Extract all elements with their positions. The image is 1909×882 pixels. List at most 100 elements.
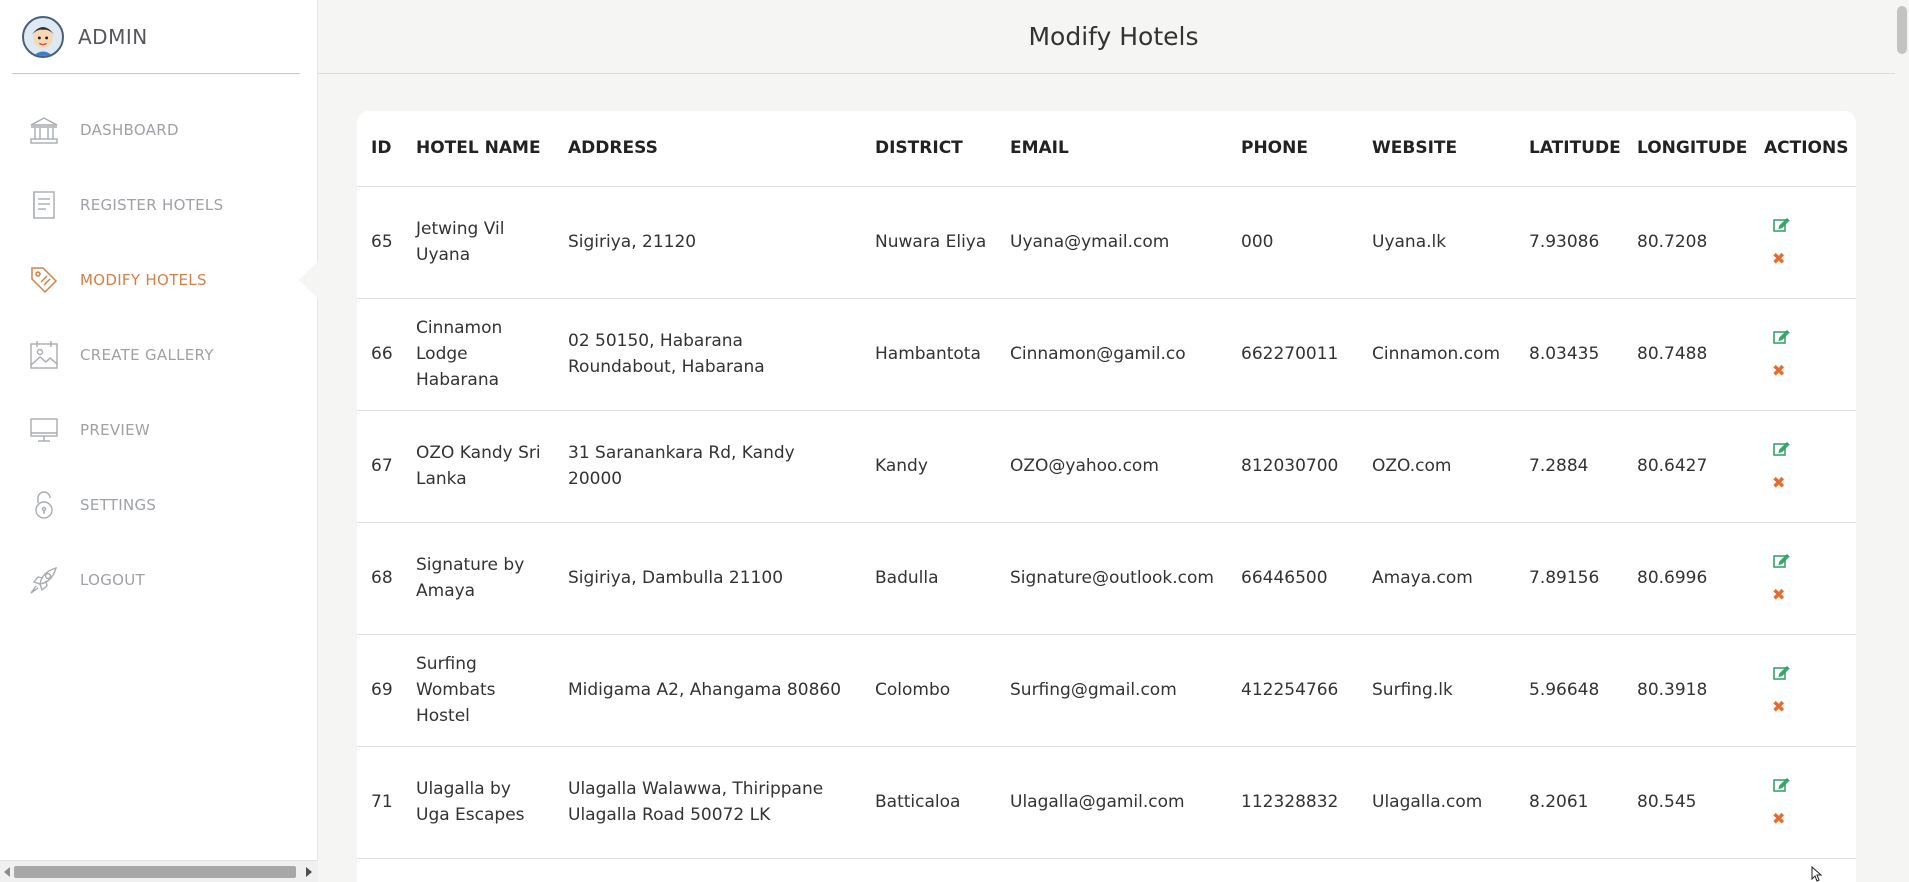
row-actions: ✖: [1764, 552, 1848, 604]
cell-website: Cinnamon.com: [1358, 298, 1515, 411]
cell-district: Colombo: [861, 634, 996, 747]
monitor-icon: [28, 413, 60, 447]
cell-phone: 66446500: [1227, 522, 1358, 635]
cell-website: Amaya.com: [1358, 522, 1515, 635]
sidebar-item-label: CREATE GALLERY: [80, 345, 214, 364]
scroll-right-icon[interactable]: [306, 867, 312, 877]
delete-icon[interactable]: ✖: [1772, 362, 1785, 380]
row-actions: ✖: [1764, 216, 1848, 268]
column-header[interactable]: PHONE: [1227, 111, 1358, 187]
cell-website: Surfing.lk: [1358, 634, 1515, 747]
cell-latitude: 7.89156: [1515, 522, 1623, 635]
cell-actions: ✖: [1750, 298, 1856, 411]
cell-actions: ✖: [1750, 634, 1856, 747]
cell-hotel-name: Surfing Wombats Hostel: [402, 634, 554, 747]
sidebar-item-logout[interactable]: LOGOUT: [0, 542, 318, 617]
sidebar-item-dashboard[interactable]: DASHBOARD: [0, 92, 318, 167]
sidebar-item-settings[interactable]: SETTINGS: [0, 467, 318, 542]
cell-email: Ulagalla@gamil.com: [996, 746, 1227, 859]
edit-icon[interactable]: [1772, 664, 1790, 682]
edit-icon[interactable]: [1772, 216, 1790, 234]
cell-phone: 112328832: [1227, 746, 1358, 859]
lock-icon: [28, 488, 60, 522]
delete-icon[interactable]: ✖: [1772, 698, 1785, 716]
cell-website: Ulagalla.com: [1358, 746, 1515, 859]
cell-address: Sigiriya, Dambulla 21100: [554, 522, 861, 635]
column-header[interactable]: HOTEL NAME: [402, 111, 554, 187]
cell-hotel-name: OZO Kandy Sri Lanka: [402, 410, 554, 523]
cell-phone: 812030700: [1227, 410, 1358, 523]
cell-district: Batticaloa: [861, 746, 996, 859]
cell-email: Signature@outlook.com: [996, 522, 1227, 635]
cell-address: 02 50150, Habarana Roundabout, Habarana: [554, 298, 861, 411]
column-header[interactable]: ID: [357, 111, 402, 187]
cell-district: Hambantota: [861, 298, 996, 411]
admin-avatar: [22, 15, 64, 58]
gallery-icon: [28, 338, 60, 372]
table-row: 65 Jetwing Vil Uyana Sigiriya, 21120 Nuwara…: [357, 186, 1856, 299]
column-header[interactable]: WEBSITE: [1358, 111, 1515, 187]
edit-icon[interactable]: [1772, 552, 1790, 570]
cell-longitude: 80.545: [1623, 746, 1750, 859]
edit-icon[interactable]: [1772, 440, 1790, 458]
sidebar-item-create-gallery[interactable]: CREATE GALLERY: [0, 317, 318, 392]
sidebar-item-modify-hotels[interactable]: MODIFY HOTELS: [0, 242, 319, 317]
scroll-left-icon[interactable]: [4, 867, 10, 877]
cell-id: 65: [357, 186, 402, 299]
hotels-table-card: ID HOTEL NAME ADDRESS DISTRICT EMAIL PHO…: [357, 111, 1856, 882]
cell-hotel-name: Cinnamon Lodge Habarana: [402, 298, 554, 411]
cell-latitude: 8.2061: [1515, 746, 1623, 859]
cell-actions: ✖: [1750, 186, 1856, 299]
cell-id: 69: [357, 634, 402, 747]
document-icon: [28, 188, 60, 222]
table-row: 68 Signature by Amaya Sigiriya, Dambulla 2…: [357, 522, 1856, 635]
sidebar-item-label: LOGOUT: [80, 570, 146, 589]
cell-phone: 000: [1227, 186, 1358, 299]
table-header-row: ID HOTEL NAME ADDRESS DISTRICT EMAIL PHO…: [357, 111, 1856, 187]
column-header[interactable]: DISTRICT: [861, 111, 996, 187]
delete-icon[interactable]: ✖: [1772, 474, 1785, 492]
delete-icon[interactable]: ✖: [1772, 250, 1785, 268]
edit-icon[interactable]: [1772, 328, 1790, 346]
cell-address: Midigama A2, Ahangama 80860: [554, 634, 861, 747]
cell-longitude: 80.7488: [1623, 298, 1750, 411]
cell-longitude: 80.6996: [1623, 522, 1750, 635]
sidebar: ADMIN DASHBOARD REGISTER HOTELS MODIFY H…: [0, 0, 319, 882]
cell-id: 71: [357, 746, 402, 859]
sidebar-item-label: MODIFY HOTELS: [80, 270, 207, 289]
cell-latitude: 5.96648: [1515, 634, 1623, 747]
cell-longitude: 80.7208: [1623, 186, 1750, 299]
horizontal-scrollbar[interactable]: [0, 860, 318, 882]
cell-hotel-name: Jetwing Vil Uyana: [402, 186, 554, 299]
row-actions: ✖: [1764, 776, 1848, 828]
sidebar-item-label: SETTINGS: [80, 495, 157, 514]
scrollbar-thumb[interactable]: [1897, 6, 1907, 54]
column-header[interactable]: LONGITUDE: [1623, 111, 1750, 187]
cell-email: Uyana@ymail.com: [996, 186, 1227, 299]
cell-phone: 412254766: [1227, 634, 1358, 747]
sidebar-item-register-hotels[interactable]: REGISTER HOTELS: [0, 167, 318, 242]
column-header[interactable]: LATITUDE: [1515, 111, 1623, 187]
table-row: 69 Surfing Wombats Hostel Midigama A2, Aha…: [357, 634, 1856, 747]
scrollbar-thumb[interactable]: [14, 866, 296, 878]
page-title: Modify Hotels: [1028, 22, 1199, 51]
sidebar-item-label: PREVIEW: [80, 420, 151, 439]
cell-actions: ✖: [1750, 746, 1856, 859]
cell-email: OZO@yahoo.com: [996, 410, 1227, 523]
cell-id: 68: [357, 522, 402, 635]
cell-district: Kandy: [861, 410, 996, 523]
sidebar-item-preview[interactable]: PREVIEW: [0, 392, 318, 467]
cell-district: Nuwara Eliya: [861, 186, 996, 299]
cell-actions: ✖: [1750, 410, 1856, 523]
column-header[interactable]: ADDRESS: [554, 111, 861, 187]
vertical-scrollbar[interactable]: [1895, 0, 1909, 882]
page-header: Modify Hotels: [318, 0, 1909, 74]
column-header[interactable]: EMAIL: [996, 111, 1227, 187]
edit-icon[interactable]: [1772, 776, 1790, 794]
delete-icon[interactable]: ✖: [1772, 810, 1785, 828]
cell-id: 67: [357, 410, 402, 523]
cell-longitude: 80.6427: [1623, 410, 1750, 523]
brand-title: ADMIN: [78, 24, 148, 49]
hotels-table: ID HOTEL NAME ADDRESS DISTRICT EMAIL PHO…: [357, 111, 1856, 859]
delete-icon[interactable]: ✖: [1772, 586, 1785, 604]
